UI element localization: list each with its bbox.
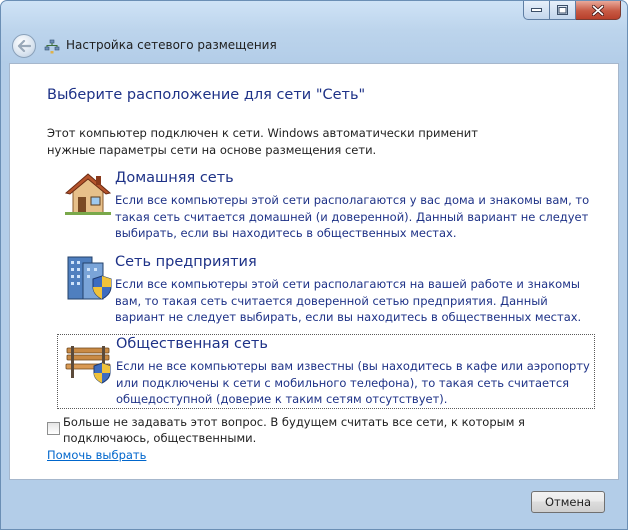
wizard-header: Настройка сетевого размещения [1, 29, 627, 63]
network-wizard-icon [44, 39, 60, 54]
wizard-content: Выберите расположение для сети "Сеть" Эт… [9, 63, 619, 480]
option-description: Если все компьютеры этой сети располагаю… [115, 193, 590, 240]
option-description: Если не все компьютеры вам известны (вы … [116, 359, 590, 406]
home-icon [64, 173, 112, 215]
minimize-icon [531, 8, 542, 12]
window-controls [523, 1, 621, 20]
park-bench-icon [65, 346, 111, 384]
option-title: Сеть предприятия [115, 254, 257, 270]
wizard-title: Настройка сетевого размещения [66, 38, 277, 52]
page-heading: Выберите расположение для сети "Сеть" [47, 87, 366, 103]
help-me-choose-link[interactable]: Помочь выбрать [47, 448, 146, 462]
option-title: Общественная сеть [116, 336, 268, 352]
option-public-network[interactable]: Общественная сеть Если не все компьютеры… [57, 334, 595, 409]
cancel-button[interactable]: Отмена [531, 491, 605, 513]
minimize-button[interactable] [523, 1, 550, 20]
maximize-button[interactable] [550, 1, 576, 20]
option-work-network[interactable]: Сеть предприятия Если все компьютеры это… [57, 253, 595, 327]
dont-ask-checkbox[interactable] [47, 422, 60, 435]
dont-ask-label: Больше не задавать этот вопрос. В будуще… [63, 415, 525, 445]
close-icon [592, 4, 604, 16]
back-arrow-icon [17, 40, 31, 52]
wizard-window: Настройка сетевого размещения Выберите р… [0, 0, 628, 530]
title-bar[interactable] [1, 1, 627, 31]
back-button[interactable] [12, 34, 36, 58]
option-home-network[interactable]: Домашняя сеть Если все компьютеры этой с… [57, 169, 595, 243]
maximize-icon [557, 5, 568, 15]
close-button[interactable] [576, 1, 621, 20]
option-description: Если все компьютеры этой сети располагаю… [115, 277, 582, 324]
option-title: Домашняя сеть [115, 170, 234, 186]
intro-text: Этот компьютер подключен к сети. Windows… [47, 126, 478, 157]
office-building-icon [67, 256, 112, 300]
